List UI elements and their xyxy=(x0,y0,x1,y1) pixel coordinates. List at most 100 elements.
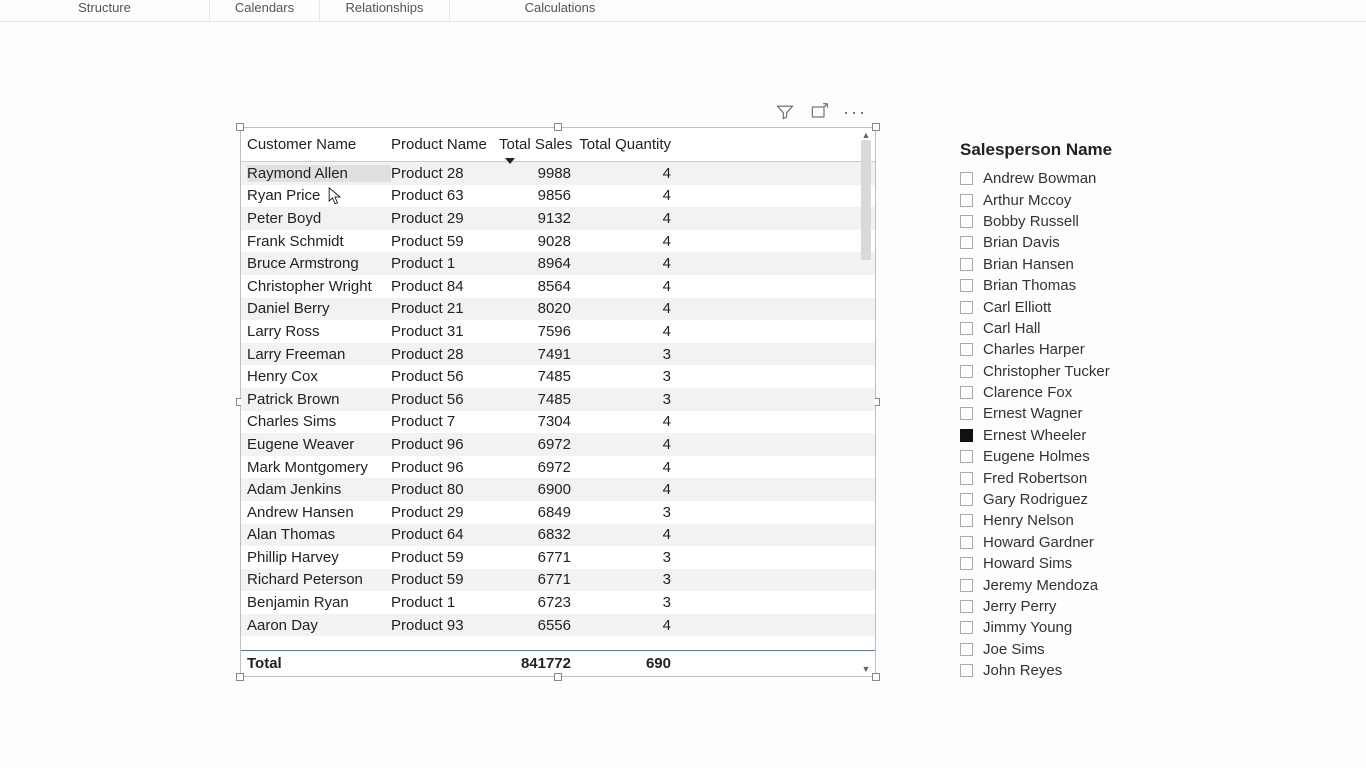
vertical-scrollbar[interactable]: ▲ ▼ xyxy=(859,130,873,674)
slicer-item-label: Howard Gardner xyxy=(983,534,1094,551)
cell-qty: 3 xyxy=(577,504,677,521)
salesperson-slicer[interactable]: Salesperson Name Andrew BowmanArthur Mcc… xyxy=(960,140,1220,681)
table-row[interactable]: Daniel BerryProduct 2180204 xyxy=(241,298,875,321)
checkbox-icon[interactable] xyxy=(960,194,973,207)
table-row[interactable]: Raymond AllenProduct 2899884 xyxy=(241,162,875,185)
checkbox-icon[interactable] xyxy=(960,279,973,292)
table-row[interactable]: Larry FreemanProduct 2874913 xyxy=(241,343,875,366)
table-row[interactable]: Henry CoxProduct 5674853 xyxy=(241,365,875,388)
slicer-item[interactable]: Christopher Tucker xyxy=(960,361,1220,382)
cell-product: Product 56 xyxy=(391,391,499,408)
checkbox-icon[interactable] xyxy=(960,664,973,677)
checkbox-icon[interactable] xyxy=(960,301,973,314)
more-options-icon[interactable]: ··· xyxy=(843,102,867,125)
slicer-item[interactable]: Carl Hall xyxy=(960,318,1220,339)
checkbox-icon[interactable] xyxy=(960,450,973,463)
table-row[interactable]: Patrick BrownProduct 5674853 xyxy=(241,388,875,411)
slicer-item[interactable]: Arthur Mccoy xyxy=(960,189,1220,210)
checkbox-icon[interactable] xyxy=(960,514,973,527)
table-row[interactable]: Larry RossProduct 3175964 xyxy=(241,320,875,343)
table-body: Raymond AllenProduct 2899884Ryan PricePr… xyxy=(241,162,875,650)
slicer-item-label: Brian Hansen xyxy=(983,256,1074,273)
col-header-qty[interactable]: Total Quantity xyxy=(577,136,677,153)
slicer-item[interactable]: Jeremy Mendoza xyxy=(960,574,1220,595)
slicer-item-label: Jerry Perry xyxy=(983,598,1056,615)
checkbox-icon[interactable] xyxy=(960,429,973,442)
checkbox-icon[interactable] xyxy=(960,643,973,656)
slicer-item[interactable]: Ernest Wheeler xyxy=(960,425,1220,446)
col-header-customer[interactable]: Customer Name xyxy=(247,136,391,153)
checkbox-icon[interactable] xyxy=(960,600,973,613)
table-row[interactable]: Eugene WeaverProduct 9669724 xyxy=(241,433,875,456)
checkbox-icon[interactable] xyxy=(960,343,973,356)
scroll-thumb[interactable] xyxy=(861,140,871,260)
slicer-item[interactable]: Fred Robertson xyxy=(960,467,1220,488)
table-row[interactable]: Benjamin RyanProduct 167233 xyxy=(241,591,875,614)
cell-sales: 9028 xyxy=(499,233,577,250)
table-row[interactable]: Phillip HarveyProduct 5967713 xyxy=(241,546,875,569)
slicer-item[interactable]: Ernest Wagner xyxy=(960,403,1220,424)
slicer-item[interactable]: Clarence Fox xyxy=(960,382,1220,403)
table-row[interactable]: Frank SchmidtProduct 5990284 xyxy=(241,230,875,253)
slicer-item[interactable]: Eugene Holmes xyxy=(960,446,1220,467)
table-row[interactable]: Alan ThomasProduct 6468324 xyxy=(241,524,875,547)
checkbox-icon[interactable] xyxy=(960,386,973,399)
checkbox-icon[interactable] xyxy=(960,322,973,335)
slicer-item[interactable]: Jimmy Young xyxy=(960,617,1220,638)
slicer-item[interactable]: Brian Hansen xyxy=(960,254,1220,275)
table-row[interactable]: Richard PetersonProduct 5967713 xyxy=(241,569,875,592)
filter-icon[interactable] xyxy=(775,102,795,125)
checkbox-icon[interactable] xyxy=(960,557,973,570)
slicer-item[interactable]: Howard Sims xyxy=(960,553,1220,574)
scroll-up-icon[interactable]: ▲ xyxy=(862,130,871,140)
table-visual[interactable]: Customer Name Product Name Total Sales T… xyxy=(240,127,876,677)
slicer-item-label: Clarence Fox xyxy=(983,384,1072,401)
slicer-item[interactable]: Charles Harper xyxy=(960,339,1220,360)
checkbox-icon[interactable] xyxy=(960,258,973,271)
cell-customer: Benjamin Ryan xyxy=(247,594,391,611)
table-row[interactable]: Aaron DayProduct 9365564 xyxy=(241,614,875,637)
cell-qty: 4 xyxy=(577,617,677,634)
table-row[interactable]: Bruce ArmstrongProduct 189644 xyxy=(241,252,875,275)
slicer-item[interactable]: Henry Nelson xyxy=(960,510,1220,531)
scroll-down-icon[interactable]: ▼ xyxy=(862,664,871,674)
col-header-product[interactable]: Product Name xyxy=(391,136,499,153)
slicer-item[interactable]: Bobby Russell xyxy=(960,211,1220,232)
checkbox-icon[interactable] xyxy=(960,365,973,378)
table-row[interactable]: Adam JenkinsProduct 8069004 xyxy=(241,478,875,501)
slicer-item-label: Ernest Wheeler xyxy=(983,427,1086,444)
checkbox-icon[interactable] xyxy=(960,536,973,549)
checkbox-icon[interactable] xyxy=(960,407,973,420)
footer-qty: 690 xyxy=(577,655,677,672)
table-row[interactable]: Andrew HansenProduct 2968493 xyxy=(241,501,875,524)
table-row[interactable]: Ryan PriceProduct 6398564 xyxy=(241,185,875,208)
slicer-item[interactable]: Howard Gardner xyxy=(960,532,1220,553)
slicer-item[interactable]: John Reyes xyxy=(960,660,1220,681)
table-row[interactable]: Peter BoydProduct 2991324 xyxy=(241,207,875,230)
slicer-item[interactable]: Joe Sims xyxy=(960,639,1220,660)
checkbox-icon[interactable] xyxy=(960,621,973,634)
checkbox-icon[interactable] xyxy=(960,472,973,485)
slicer-item[interactable]: Jerry Perry xyxy=(960,596,1220,617)
slicer-item[interactable]: Brian Thomas xyxy=(960,275,1220,296)
cell-qty: 4 xyxy=(577,481,677,498)
checkbox-icon[interactable] xyxy=(960,215,973,228)
slicer-item[interactable]: Gary Rodriguez xyxy=(960,489,1220,510)
slicer-item[interactable]: Brian Davis xyxy=(960,232,1220,253)
checkbox-icon[interactable] xyxy=(960,172,973,185)
table-row[interactable]: Christopher WrightProduct 8485644 xyxy=(241,275,875,298)
table-row[interactable]: Mark MontgomeryProduct 9669724 xyxy=(241,456,875,479)
focus-mode-icon[interactable] xyxy=(809,102,829,125)
slicer-item[interactable]: Andrew Bowman xyxy=(960,168,1220,189)
col-header-sales[interactable]: Total Sales xyxy=(499,136,577,153)
cell-sales: 8964 xyxy=(499,255,577,272)
slicer-item-label: John Reyes xyxy=(983,662,1062,679)
cell-product: Product 1 xyxy=(391,255,499,272)
slicer-item-label: Christopher Tucker xyxy=(983,363,1110,380)
checkbox-icon[interactable] xyxy=(960,236,973,249)
slicer-item-label: Howard Sims xyxy=(983,555,1072,572)
table-row[interactable]: Charles SimsProduct 773044 xyxy=(241,411,875,434)
slicer-item[interactable]: Carl Elliott xyxy=(960,296,1220,317)
checkbox-icon[interactable] xyxy=(960,493,973,506)
checkbox-icon[interactable] xyxy=(960,579,973,592)
